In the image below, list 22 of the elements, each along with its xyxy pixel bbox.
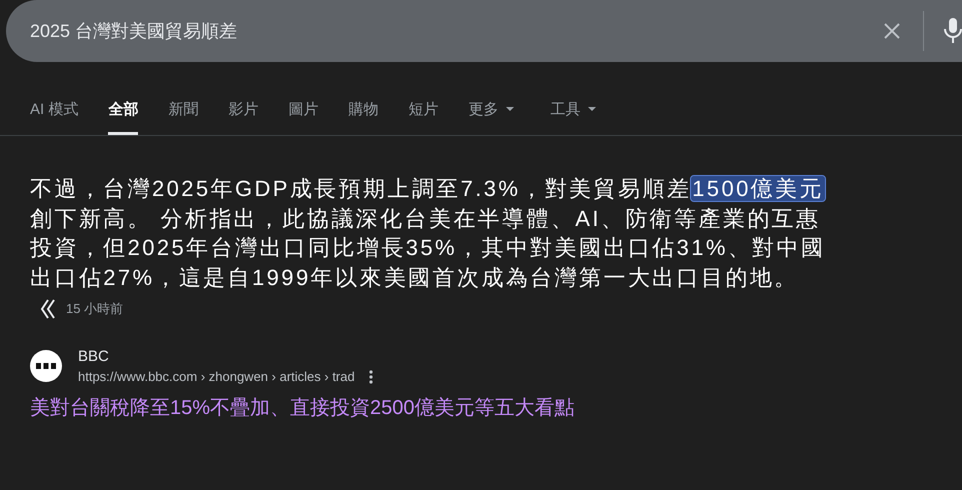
tab[interactable]: 購物 (348, 84, 378, 135)
tab[interactable]: AI 模式 (30, 84, 78, 135)
tab[interactable]: 影片 (228, 84, 258, 135)
search-bar[interactable]: 2025 台灣對美國貿易順差 (6, 0, 962, 62)
tab[interactable]: 圖片 (288, 84, 318, 135)
tab[interactable]: 工具 (550, 84, 596, 135)
caret-icon (506, 106, 514, 112)
tab[interactable]: 更多 (468, 84, 514, 135)
caret-icon (588, 106, 596, 112)
more-options-icon[interactable] (368, 370, 373, 384)
site-logo-icon (30, 350, 62, 382)
close-icon[interactable] (883, 22, 901, 40)
tab[interactable]: 新聞 (168, 84, 198, 135)
tab[interactable]: 短片 (408, 84, 438, 135)
result-url[interactable]: https://www.bbc.com › zhongwen › articles › trad (78, 369, 355, 384)
search-field[interactable]: 2025 台灣對美國貿易順差 (30, 20, 883, 42)
result-title-link[interactable]: 美對台關稅降至15%不疊加、直接投資2500億美元等五大看點 (30, 394, 575, 421)
microphone-icon[interactable] (944, 18, 962, 44)
double-chevron-icon[interactable] (40, 298, 56, 320)
snippet-text: 不過，台灣2025年GDP成長預期上調至7.3%，對美貿易順差 1500億美元 創下新高。 分析指出，此協議深化台美在半導體、AI、防衛等產業的互惠投資，但2025年台灣出口同比增長35%，其中對美國出口佔31%、對中國出口佔27%，這是自1999年以來美國首次成為台灣第一大出口目的地。 (30, 175, 826, 292)
timestamp: 15 小時前 (66, 300, 124, 318)
source-name: BBC (78, 348, 110, 365)
